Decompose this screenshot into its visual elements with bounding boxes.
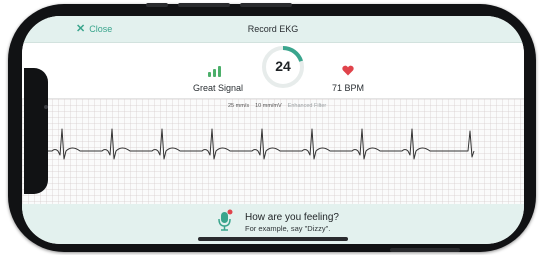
volume-up-button (178, 3, 230, 7)
screen: ✕ Close Record EKG Great Signal 24 71 BP… (22, 16, 524, 244)
home-indicator[interactable] (198, 237, 348, 241)
top-bar: ✕ Close Record EKG (22, 16, 524, 43)
page-title: Record EKG (247, 24, 299, 34)
signal-strength-icon (208, 65, 222, 77)
volume-down-button (240, 3, 292, 7)
camera-notch (24, 68, 48, 194)
ecg-waveform (44, 128, 475, 160)
prompt-subtitle: For example, say "Dizzy". (245, 224, 331, 233)
ecg-strip: 25 mm/s 10 mm/mV Enhanced Filter (22, 98, 524, 205)
heart-icon (342, 65, 354, 76)
mute-switch (146, 3, 168, 7)
signal-label: Great Signal (192, 83, 244, 93)
heart-rate-label: 71 BPM (331, 83, 364, 93)
prompt-title: How are you feeling? (245, 212, 339, 223)
microphone-icon[interactable] (217, 209, 233, 233)
camera-lens (44, 105, 48, 109)
stats-band: Great Signal 24 71 BPM (22, 43, 524, 98)
ecg-trace-canvas (44, 128, 475, 160)
side-button (390, 248, 460, 252)
timer-value: 24 (275, 58, 291, 74)
countdown-timer: 24 (262, 46, 304, 88)
